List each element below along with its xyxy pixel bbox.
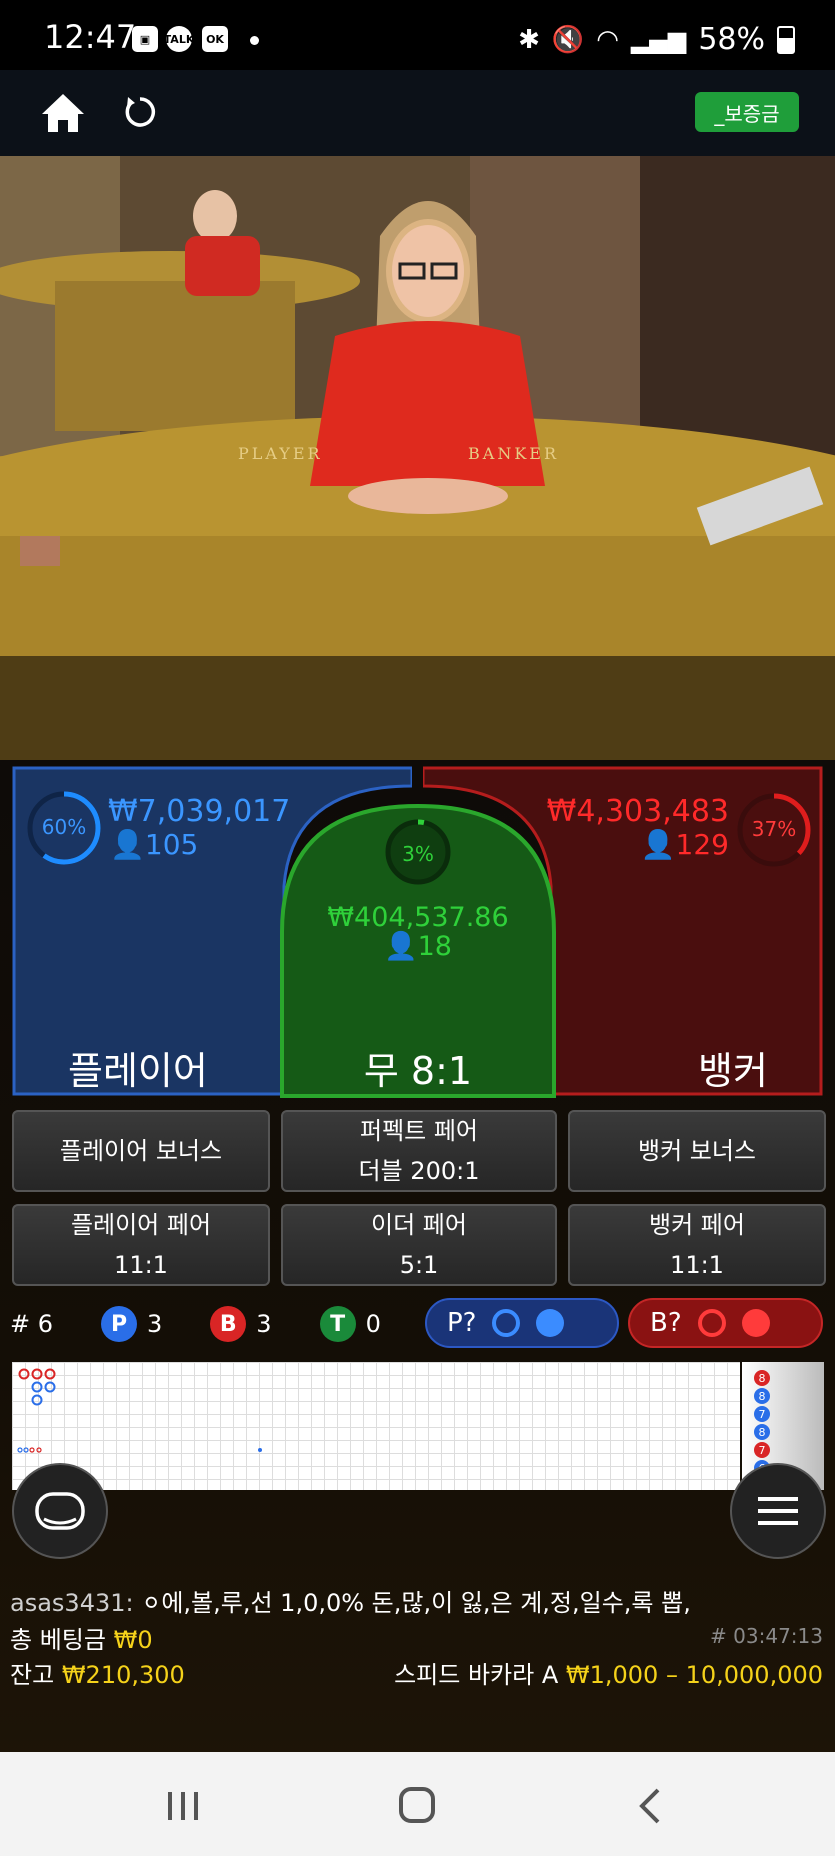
banker-predict-label: B? bbox=[650, 1308, 682, 1338]
tie-count-stat: 0 bbox=[365, 1310, 381, 1338]
deposit-button[interactable]: _보증금 bbox=[695, 92, 799, 132]
home-icon[interactable] bbox=[38, 90, 88, 136]
player-pair-label: 플레이어 페어 bbox=[70, 1211, 212, 1239]
circle-outline-icon bbox=[697, 1309, 726, 1337]
player-amount: ₩7,039,017 bbox=[108, 794, 291, 829]
total-bet-value: ₩0 bbox=[113, 1626, 153, 1654]
hamburger-icon bbox=[758, 1497, 798, 1525]
road-map-marks bbox=[17, 1368, 262, 1453]
user-icon: 👤 bbox=[384, 931, 418, 962]
bead-item: 8 bbox=[754, 1388, 770, 1404]
circle-filled-icon bbox=[536, 1309, 565, 1337]
user-icon: 👤 bbox=[110, 828, 145, 861]
chat-text: ⚪에,볼,루,선 1,0,0% 돈,많,이 잃,은 계,정,일수,록 뽑, bbox=[141, 1589, 691, 1617]
gallery-icon: ▣ bbox=[132, 26, 158, 52]
battery-icon bbox=[777, 25, 795, 54]
banker-percent: 37% bbox=[751, 817, 797, 841]
clock: 12:47 bbox=[44, 18, 137, 56]
tie-badge: T bbox=[319, 1306, 356, 1342]
player-pair-odds: 11:1 bbox=[114, 1251, 168, 1279]
player-label: 플레이어 bbox=[68, 1049, 208, 1093]
ok-icon: OK bbox=[202, 26, 228, 52]
player-wins: 3 bbox=[147, 1310, 163, 1338]
circle-filled-icon bbox=[741, 1309, 770, 1337]
bead-item: 7 bbox=[754, 1442, 770, 1458]
user-icon: 👤 bbox=[640, 828, 676, 861]
table-name: 스피드 바카라 A bbox=[394, 1661, 559, 1689]
either-pair-label: 이더 페어 bbox=[371, 1211, 467, 1239]
table-banker-text: BANKER bbox=[468, 444, 559, 463]
perfect-pair-label: 퍼펙트 페어 bbox=[359, 1117, 479, 1145]
dot-icon bbox=[250, 36, 259, 45]
bead-item: 7 bbox=[754, 1406, 770, 1422]
banker-pair-button[interactable]: 뱅커 페어 11:1 bbox=[568, 1204, 826, 1286]
tie-label: 무 8:1 bbox=[363, 1049, 473, 1093]
banker-pair-label: 뱅커 페어 bbox=[649, 1211, 745, 1239]
banker-count: 👤129 bbox=[640, 828, 729, 861]
battery-text: 58% bbox=[698, 22, 765, 57]
table-player-text: PLAYER bbox=[238, 444, 323, 463]
tie-amount: ₩404,537.86 bbox=[327, 902, 509, 933]
tie-percent: 3% bbox=[402, 842, 434, 866]
balance: 잔고 ₩210,300 bbox=[10, 1655, 185, 1690]
top-nav: _보증금 bbox=[0, 70, 835, 156]
perfect-pair-button[interactable]: 퍼펙트 페어 더블 200:1 bbox=[281, 1110, 557, 1192]
player-pair-button[interactable]: 플레이어 페어 11:1 bbox=[12, 1204, 270, 1286]
signal-icon: ▂▄▆ bbox=[630, 25, 687, 54]
banker-bonus-label: 뱅커 보너스 bbox=[637, 1137, 757, 1165]
bead-item: 8 bbox=[754, 1424, 770, 1440]
status-right: ✱ 🔇 ◠ ▂▄▆ 58% bbox=[518, 22, 795, 57]
banker-wins: 3 bbox=[256, 1310, 272, 1338]
bluetooth-icon: ✱ bbox=[518, 24, 540, 55]
total-bet: 총 베팅금 ₩0 bbox=[10, 1620, 153, 1655]
either-pair-odds: 5:1 bbox=[399, 1251, 439, 1279]
menu-button[interactable] bbox=[730, 1463, 826, 1559]
balance-label: 잔고 bbox=[10, 1661, 55, 1689]
player-badge: P bbox=[101, 1306, 138, 1342]
stats-row: # 6 P 3 B 3 T 0 bbox=[10, 1304, 381, 1344]
refresh-icon[interactable] bbox=[122, 94, 158, 130]
either-pair-button[interactable]: 이더 페어 5:1 bbox=[281, 1204, 557, 1286]
banker-pair-odds: 11:1 bbox=[670, 1251, 724, 1279]
tie-count: 👤18 bbox=[384, 931, 452, 962]
circle-outline-icon bbox=[492, 1309, 521, 1337]
chat-user: asas3431: bbox=[10, 1589, 134, 1617]
banker-bonus-button[interactable]: 뱅커 보너스 bbox=[568, 1110, 826, 1192]
balance-value: ₩210,300 bbox=[61, 1661, 185, 1689]
total-bet-label: 총 베팅금 bbox=[10, 1626, 106, 1654]
home-nav-icon[interactable] bbox=[398, 1786, 436, 1828]
status-bar: 12:47 ▣ TALK OK ✱ 🔇 ◠ ▂▄▆ 58% bbox=[0, 0, 835, 70]
system-nav-bar bbox=[0, 1752, 835, 1856]
banker-amount: ₩4,303,483 bbox=[546, 794, 729, 829]
perfect-pair-odds: 더블 200:1 bbox=[358, 1157, 480, 1185]
banker-badge: B bbox=[210, 1306, 247, 1342]
video-scene bbox=[0, 156, 835, 760]
talk-icon: TALK bbox=[164, 26, 194, 52]
player-bonus-button[interactable]: 플레이어 보너스 bbox=[12, 1110, 270, 1192]
player-predict-label: P? bbox=[447, 1308, 477, 1338]
player-count: 👤105 bbox=[110, 828, 199, 861]
banker-predict-button[interactable]: B? bbox=[628, 1298, 823, 1348]
road-map[interactable] bbox=[12, 1362, 740, 1490]
game-id: # 03:47:13 bbox=[710, 1624, 823, 1648]
player-predict-button[interactable]: P? bbox=[425, 1298, 619, 1348]
player-percent: 60% bbox=[41, 815, 87, 839]
player-bonus-label: 플레이어 보너스 bbox=[59, 1137, 223, 1165]
round-number: # 6 bbox=[10, 1310, 54, 1338]
live-video: PLAYER BANKER bbox=[0, 156, 835, 760]
back-icon[interactable] bbox=[638, 1788, 662, 1828]
bead-item: 8 bbox=[754, 1370, 770, 1386]
chat-message: asas3431: ⚪에,볼,루,선 1,0,0% 돈,많,이 잃,은 계,정,… bbox=[10, 1583, 691, 1618]
bet-limits: ₩1,000 – 10,000,000 bbox=[565, 1661, 823, 1689]
recent-apps-icon[interactable] bbox=[166, 1790, 200, 1826]
chip-icon bbox=[35, 1492, 85, 1530]
wifi-icon: ◠ bbox=[596, 24, 619, 55]
chip-menu-button[interactable] bbox=[12, 1463, 108, 1559]
table-info: 스피드 바카라 A ₩1,000 – 10,000,000 bbox=[394, 1655, 823, 1690]
banker-label: 뱅커 bbox=[698, 1049, 768, 1093]
mute-icon: 🔇 bbox=[551, 24, 585, 55]
